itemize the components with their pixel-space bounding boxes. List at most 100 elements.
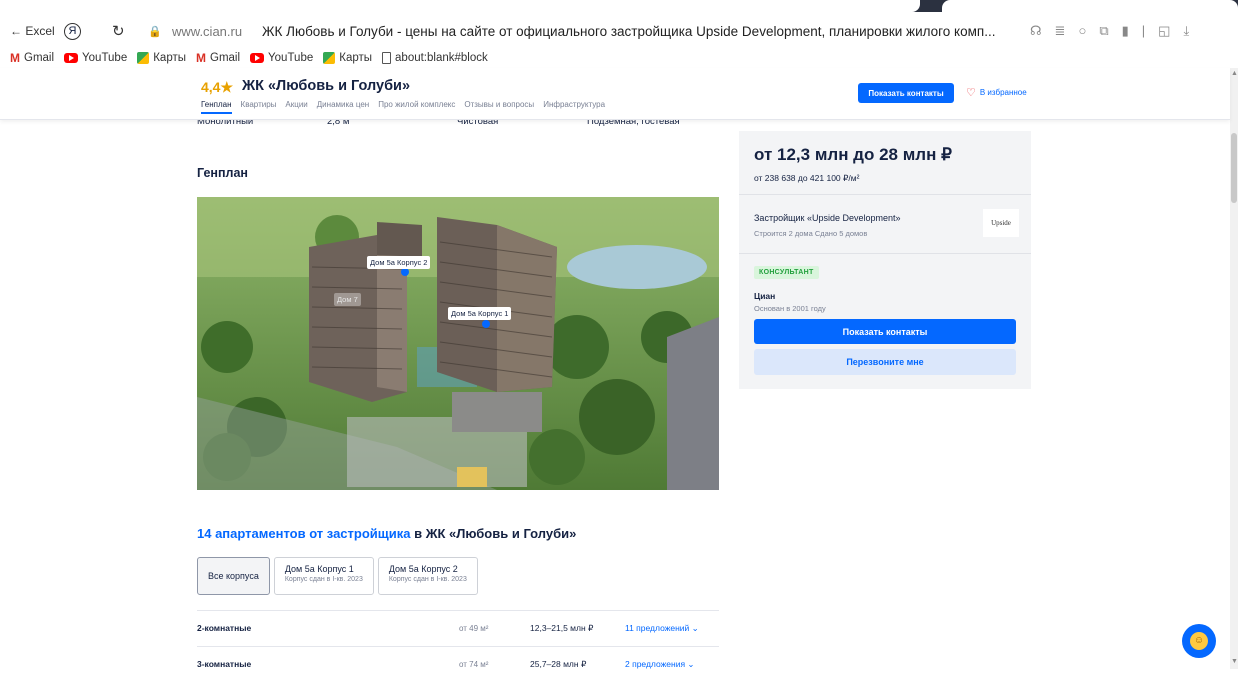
filter-subtitle: Корпус сдан в I-кв. 2023 bbox=[284, 576, 363, 583]
scroll-up-icon[interactable]: ▲ bbox=[1231, 70, 1238, 77]
bookmark-maps[interactable]: Карты bbox=[137, 52, 186, 64]
area: от 49 м² bbox=[459, 624, 489, 633]
price-range: от 12,3 млн до 28 млн ₽ bbox=[754, 145, 952, 164]
bookmark-youtube[interactable]: YouTube bbox=[64, 52, 127, 64]
tab-about[interactable]: Про жилой комплекс bbox=[378, 100, 455, 114]
apartments-table: 2-комнатные от 49 м² 12,3–21,5 млн ₽ 11 … bbox=[197, 610, 719, 682]
pin-dom-5a-k2[interactable] bbox=[401, 268, 409, 276]
bookmark-gmail[interactable]: M Gmail bbox=[196, 51, 240, 65]
developer-name[interactable]: Застройщик «Upside Development» bbox=[754, 213, 901, 223]
tab-apartments[interactable]: Квартиры bbox=[241, 100, 277, 114]
filter-korpus-1[interactable]: Дом 5а Корпус 1 Корпус сдан в I-кв. 2023 bbox=[273, 557, 374, 595]
rating-value: 4,4 bbox=[201, 79, 221, 95]
page-scrollbar[interactable]: ▲ ▼ bbox=[1230, 68, 1238, 669]
reader-icon[interactable]: ≣ bbox=[1055, 23, 1066, 39]
show-contacts-button-header[interactable]: Показать контакты bbox=[858, 83, 954, 103]
bookmark-label: YouTube bbox=[268, 52, 314, 64]
developer-logo[interactable]: Upside bbox=[983, 209, 1019, 237]
youtube-icon bbox=[250, 53, 265, 63]
bookmark-label: Gmail bbox=[24, 52, 55, 64]
tab-promos[interactable]: Акции bbox=[285, 100, 307, 114]
price-range: 25,7–28 млн ₽ bbox=[530, 659, 587, 669]
genplan-title: Генплан bbox=[197, 166, 248, 180]
gmail-icon: M bbox=[196, 51, 207, 65]
rating[interactable]: 4,4★ bbox=[201, 79, 233, 96]
headphones-icon[interactable]: ☊ bbox=[1030, 23, 1042, 39]
tab-reviews[interactable]: Отзывы и вопросы bbox=[464, 100, 534, 114]
genplan-illustration bbox=[197, 197, 719, 490]
browser-toolbar: ← Excel Я ↻ 🔒 www.cian.ru ЖК Любовь и Го… bbox=[0, 12, 1238, 68]
maps-icon bbox=[137, 52, 150, 64]
price-per-m2: от 238 638 до 421 100 ₽/м² bbox=[754, 173, 860, 183]
gmail-icon: M bbox=[10, 51, 20, 65]
tab-genplan[interactable]: Генплан bbox=[201, 100, 232, 114]
rooms-type: 3-комнатные bbox=[197, 659, 252, 669]
favorites-label: В избранное bbox=[979, 88, 1027, 97]
add-to-favorites[interactable]: ♡ В избранное bbox=[966, 86, 1027, 99]
chat-button[interactable]: ☺ bbox=[1182, 624, 1216, 658]
genplan-label-korpus-1[interactable]: Дом 5а Корпус 1 bbox=[448, 307, 512, 320]
star-icon: ★ bbox=[220, 79, 234, 95]
browser-tab[interactable] bbox=[942, 0, 1238, 12]
scrollbar-thumb[interactable] bbox=[1231, 133, 1237, 203]
area: от 74 м² bbox=[459, 660, 489, 669]
agent-since: Основан в 2001 году bbox=[754, 304, 826, 313]
complex-header: 4,4★ ЖК «Любовь и Голуби» Генплан Кварти… bbox=[0, 68, 1230, 120]
maps-icon bbox=[323, 52, 336, 64]
genplan-label-korpus-2[interactable]: Дом 5а Корпус 2 bbox=[367, 256, 431, 269]
table-row[interactable]: 3-комнатные от 74 м² 25,7–28 млн ₽ 2 пре… bbox=[197, 646, 719, 682]
youtube-icon bbox=[64, 53, 79, 63]
offers-toggle[interactable]: 11 предложений ⌄ bbox=[625, 623, 699, 634]
filter-all-buildings[interactable]: Все корпуса bbox=[197, 557, 270, 595]
divider bbox=[739, 253, 1031, 254]
browser-tab-active[interactable] bbox=[0, 0, 920, 12]
chat-smiley-icon: ☺ bbox=[1190, 632, 1208, 650]
scroll-down-icon[interactable]: ▼ bbox=[1231, 658, 1238, 665]
separator: | bbox=[1141, 23, 1146, 38]
bookmark-label: Карты bbox=[339, 52, 373, 64]
bookmark-label: YouTube bbox=[82, 52, 128, 64]
divider bbox=[739, 194, 1031, 195]
translate-icon[interactable]: ⧉ bbox=[1099, 23, 1108, 39]
doc-icon bbox=[382, 52, 392, 64]
apartments-heading: 14 апартаментов от застройщика в ЖК «Люб… bbox=[197, 526, 576, 541]
genplan-label-dom-7[interactable]: Дом 7 bbox=[334, 293, 361, 306]
tab-price-dynamics[interactable]: Динамика цен bbox=[317, 100, 369, 114]
developer-stats: Строится 2 дома Сдано 5 домов bbox=[754, 229, 868, 238]
bookmarks-bar: M Gmail YouTube Карты M Gmail YouTube Карт… bbox=[0, 48, 1238, 68]
download-icon[interactable]: ⤓ bbox=[1183, 23, 1189, 39]
genplan-image[interactable]: Дом 5а Корпус 2 Дом 7 Дом 5а Корпус 1 bbox=[197, 197, 719, 490]
filter-korpus-2[interactable]: Дом 5а Корпус 2 Корпус сдан в I-кв. 2023 bbox=[377, 557, 478, 595]
bookmark-about-blank[interactable]: about:blank#block bbox=[382, 52, 488, 64]
filter-title: Дом 5а Корпус 2 bbox=[388, 564, 458, 574]
browser-actions: ☊ ≣ ○ ⧉ ▮ | ◱ ⤓ bbox=[1030, 23, 1189, 39]
price-range: 12,3–21,5 млн ₽ bbox=[530, 623, 594, 633]
reload-icon[interactable]: ↻ bbox=[112, 22, 125, 40]
show-contacts-button[interactable]: Показать контакты bbox=[754, 319, 1016, 344]
developer-logo-text: Upside bbox=[991, 219, 1011, 227]
address-page-title[interactable]: ЖК Любовь и Голуби - цены на сайте от оф… bbox=[262, 24, 995, 39]
filter-title: Все корпуса bbox=[208, 571, 259, 581]
pin-dom-5a-k1[interactable] bbox=[482, 320, 490, 328]
tab-infrastructure[interactable]: Инфраструктура bbox=[543, 100, 605, 114]
building-filters: Все корпуса Дом 5а Корпус 1 Корпус сдан … bbox=[197, 557, 478, 595]
back-button[interactable]: ← Excel bbox=[10, 24, 55, 38]
bookmark-icon[interactable]: ▮ bbox=[1122, 23, 1129, 39]
bookmark-youtube[interactable]: YouTube bbox=[250, 52, 313, 64]
address-domain[interactable]: www.cian.ru bbox=[172, 24, 242, 39]
yandex-icon[interactable]: Я bbox=[64, 22, 81, 40]
apartments-link[interactable]: 14 апартаментов от застройщика bbox=[197, 526, 410, 541]
complex-title: ЖК «Любовь и Голуби» bbox=[242, 78, 411, 94]
collections-icon[interactable]: ◱ bbox=[1158, 23, 1170, 39]
price-card: от 12,3 млн до 28 млн ₽ от 238 638 до 42… bbox=[739, 131, 1031, 389]
browser-top-strip bbox=[0, 0, 1238, 12]
consultant-badge: КОНСУЛЬТАНТ bbox=[754, 266, 819, 279]
bookmark-gmail[interactable]: M Gmail bbox=[10, 51, 54, 65]
bookmark-label: Карты bbox=[153, 52, 187, 64]
lock-icon[interactable]: 🔒 bbox=[148, 25, 162, 38]
comment-icon[interactable]: ○ bbox=[1078, 23, 1086, 39]
offers-toggle[interactable]: 2 предложения ⌄ bbox=[625, 659, 695, 670]
table-row[interactable]: 2-комнатные от 49 м² 12,3–21,5 млн ₽ 11 … bbox=[197, 610, 719, 646]
callback-button[interactable]: Перезвоните мне bbox=[754, 349, 1016, 375]
bookmark-maps[interactable]: Карты bbox=[323, 52, 372, 64]
